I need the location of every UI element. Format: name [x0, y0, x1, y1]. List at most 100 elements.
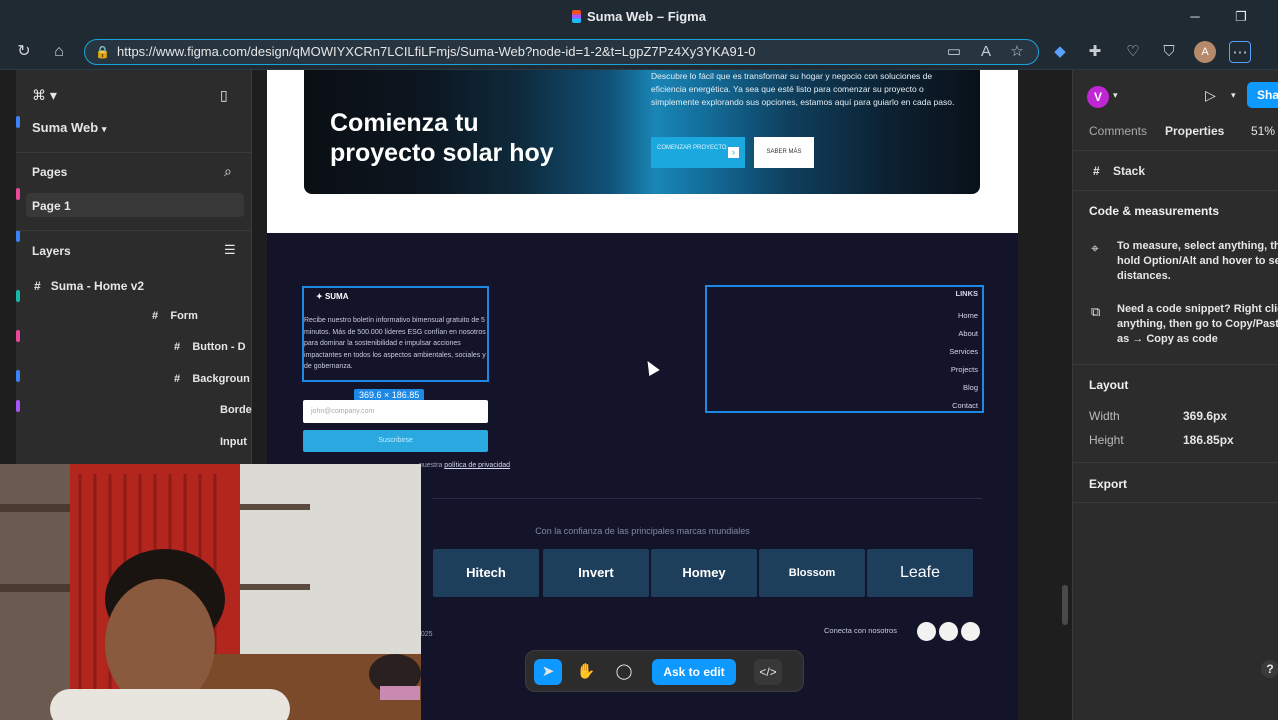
privacy-note: nuestra política de privacidad	[419, 462, 511, 469]
move-tool-icon[interactable]: ➤	[534, 659, 562, 685]
color-strip	[16, 370, 20, 382]
layer-item[interactable]: # Backgroun	[174, 373, 250, 385]
height-value[interactable]: 186.85px	[1183, 433, 1234, 447]
present-play-icon[interactable]: ▷	[1205, 87, 1216, 104]
address-bar[interactable]: 🔒 https://www.figma.com/design/qMOWIYXCR…	[84, 39, 1039, 65]
read-aloud-icon[interactable]: A	[975, 41, 997, 63]
start-project-button[interactable]: COMENZAR PROYECTO ›	[651, 137, 745, 168]
social-icon[interactable]	[939, 622, 958, 641]
home-icon[interactable]: ⌂	[48, 41, 70, 63]
color-strip	[16, 290, 20, 302]
stack-frame-icon: #	[1093, 164, 1100, 178]
frame-icon: #	[174, 373, 181, 385]
layer-item[interactable]: # Form	[152, 310, 198, 322]
footer-link-about[interactable]: About	[958, 329, 978, 338]
footer-link-contact[interactable]: Contact	[952, 401, 978, 410]
chevron-down-icon[interactable]: ▾	[1231, 90, 1236, 101]
file-name[interactable]: Suma Web ▾	[32, 120, 106, 135]
cta-description: Descubre lo fácil que es transformar su …	[651, 71, 955, 107]
footer-link-services[interactable]: Services	[949, 347, 978, 356]
url-text: https://www.figma.com/design/qMOWIYXCRn7…	[117, 44, 756, 59]
links-heading: LINKS	[955, 289, 979, 298]
newsletter-text: Recibe nuestro boletín informativo bimen…	[304, 317, 486, 371]
social-icon[interactable]	[961, 622, 980, 641]
webcam-video-feed	[0, 464, 421, 720]
more-menu-icon[interactable]: ⋯	[1229, 41, 1251, 63]
frame-icon: #	[152, 310, 159, 322]
figma-menu-icon[interactable]: ⌘ ▾	[32, 87, 57, 104]
restore-button[interactable]: ❐	[1230, 6, 1252, 28]
footer-link-home[interactable]: Home	[958, 311, 978, 320]
layer-item[interactable]: # Suma - Home v2	[34, 279, 144, 293]
favorite-star-icon[interactable]: ☆	[1006, 41, 1028, 63]
ask-to-edit-button[interactable]: Ask to edit	[652, 659, 736, 685]
code-measurements-heading: Code & measurements	[1089, 204, 1220, 218]
social-icon[interactable]	[917, 622, 936, 641]
footer-link-blog[interactable]: Blog	[963, 383, 978, 392]
frame-icon: #	[34, 279, 41, 293]
divider	[16, 230, 252, 231]
chevron-down-icon: ▾	[101, 124, 107, 134]
measure-tip: To measure, select anything, th hold Opt…	[1117, 240, 1278, 282]
tab-comments[interactable]: Comments	[1089, 124, 1147, 138]
webcam-overlay	[0, 464, 421, 720]
extension-shield-icon[interactable]: ◆	[1049, 41, 1071, 63]
width-value[interactable]: 369.6px	[1183, 409, 1227, 423]
heart-pulse-icon[interactable]: ♡	[1122, 41, 1144, 63]
subscribe-button[interactable]: Suscribirse	[303, 430, 488, 452]
user-avatar[interactable]: V	[1087, 86, 1109, 108]
links-selection[interactable]: LINKS Home About Services Projects Blog …	[705, 285, 984, 413]
color-strip	[16, 400, 20, 412]
frame-icon: #	[174, 341, 181, 353]
layout-heading: Layout	[1089, 378, 1129, 392]
ruler-icon: ⌖	[1091, 240, 1099, 256]
email-field[interactable]: john@company.com	[303, 400, 488, 423]
divider	[1073, 502, 1278, 503]
divider	[1073, 190, 1278, 191]
newsletter-selection[interactable]: ✦ SUMA Recibe nuestro boletín informativ…	[302, 286, 489, 382]
page-label: Page 1	[32, 199, 71, 213]
divider	[1073, 462, 1278, 463]
page-item-selected[interactable]: Page 1	[26, 193, 244, 217]
learn-more-button[interactable]: SABER MÁS	[754, 137, 814, 168]
layers-panel: ⌘ ▾ ▯ Suma Web ▾ Pages ⌕ Page 1 Layers ☰…	[16, 70, 252, 464]
lock-icon: 🔒	[95, 45, 110, 59]
divider	[16, 152, 252, 153]
layer-item[interactable]: Borde	[220, 404, 252, 416]
search-icon[interactable]: ⌕	[224, 163, 232, 180]
dev-mode-icon[interactable]: </>	[754, 659, 782, 685]
color-strip	[16, 188, 20, 200]
tab-action-icon[interactable]: ▭	[943, 41, 965, 63]
layer-item[interactable]: Input	[220, 436, 247, 448]
layer-item[interactable]: # Button - D	[174, 341, 246, 353]
brand-logo-leafe: Leafe	[867, 549, 973, 597]
minimize-button[interactable]: ─	[1184, 6, 1206, 28]
zoom-level[interactable]: 51%	[1251, 124, 1275, 138]
panel-toggle-icon[interactable]: ▯	[220, 87, 228, 104]
layers-list-icon[interactable]: ☰	[224, 242, 236, 258]
chevron-down-icon[interactable]: ▾	[1113, 90, 1118, 101]
hand-tool-icon[interactable]: ✋	[572, 659, 600, 685]
extensions-icon[interactable]: ✚	[1084, 41, 1106, 63]
cta-banner: Comienza tu proyecto solar hoy Descubre …	[304, 70, 980, 194]
canvas-scrollbar[interactable]	[1062, 585, 1068, 625]
brand-logo-blossom: Blossom	[759, 549, 865, 597]
export-heading[interactable]: Export	[1089, 477, 1127, 491]
brand-logo-invert: Invert	[543, 549, 649, 597]
footer-link-projects[interactable]: Projects	[951, 365, 978, 374]
browser-essentials-icon[interactable]: ⛉	[1158, 41, 1180, 63]
reload-icon[interactable]: ↻	[13, 41, 35, 63]
tab-properties[interactable]: Properties	[1165, 124, 1224, 138]
privacy-link[interactable]: política de privacidad	[444, 462, 510, 469]
share-button[interactable]: Sha	[1247, 82, 1278, 108]
color-strip	[16, 230, 20, 242]
page-frame-top: Comienza tu proyecto solar hoy Descubre …	[267, 70, 1018, 233]
help-button[interactable]: ?	[1261, 660, 1278, 678]
divider	[1073, 364, 1278, 365]
browser-toolbar: ↻ ⌂ 🔒 https://www.figma.com/design/qMOWI…	[0, 34, 1278, 70]
comment-tool-icon[interactable]: ◯	[610, 659, 638, 685]
profile-avatar[interactable]: A	[1194, 41, 1216, 63]
code-snippet-icon: ⧉	[1091, 304, 1101, 319]
connect-text: Conecta con nosotros	[824, 626, 897, 635]
footer-divider	[432, 498, 982, 499]
